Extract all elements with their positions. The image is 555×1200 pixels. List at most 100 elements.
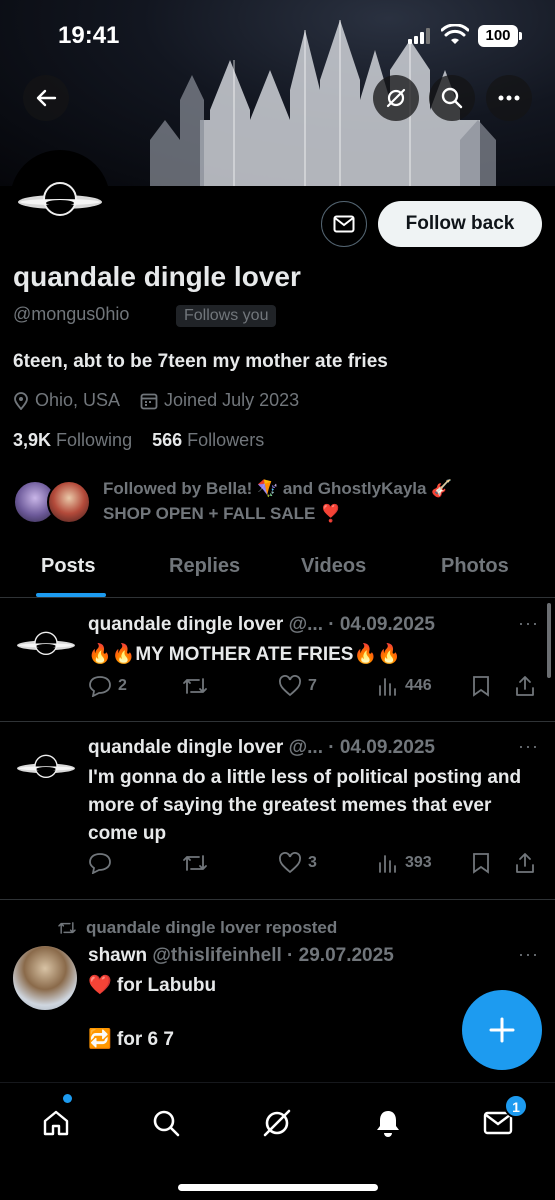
grok-button[interactable] — [373, 75, 419, 121]
reply-icon — [89, 853, 111, 874]
followers-link[interactable]: 566 Followers — [152, 430, 264, 450]
post-more-button[interactable]: ··· — [518, 736, 539, 757]
tab-photos[interactable]: Photos — [441, 555, 509, 578]
profile-location: Ohio, USA — [35, 390, 121, 410]
profile-handle: @mongus0hio — [13, 304, 130, 324]
profile-meta: Ohio, USA Joined July 2023 — [13, 390, 299, 411]
post-text: 🔥🔥MY MOTHER ATE FRIES🔥🔥 — [88, 644, 401, 665]
post-header: quandale dingle lover @... · 04.09.2025 — [88, 614, 435, 636]
tab-videos[interactable]: Videos — [301, 555, 366, 578]
repost-indicator: quandale dingle lover reposted — [56, 918, 337, 938]
following-label: Following — [56, 430, 133, 450]
post-author[interactable]: shawn — [88, 945, 147, 966]
post[interactable]: quandale dingle lover @... · 04.09.2025 … — [0, 722, 555, 900]
post-header: quandale dingle lover @... · 04.09.2025 — [88, 737, 435, 759]
location-icon — [13, 391, 29, 410]
tab-posts[interactable]: Posts — [41, 555, 95, 578]
more-horizontal-icon — [498, 95, 520, 101]
reply-button[interactable] — [88, 852, 118, 874]
back-button[interactable] — [23, 75, 69, 121]
bookmark-button[interactable] — [472, 852, 496, 874]
views-button[interactable]: 393 — [377, 852, 432, 874]
following-link[interactable]: 3,9K Following — [13, 430, 132, 450]
grok-icon — [263, 1109, 291, 1137]
bookmark-button[interactable] — [472, 675, 496, 697]
grok-icon — [386, 88, 406, 108]
black-hole-avatar-image — [17, 631, 75, 656]
message-button[interactable] — [321, 201, 367, 247]
arrow-left-icon — [36, 89, 57, 107]
like-count: 3 — [308, 854, 317, 871]
views-button[interactable]: 446 — [377, 675, 432, 697]
post[interactable]: quandale dingle lover @... · 04.09.2025 … — [0, 599, 555, 722]
post-avatar[interactable] — [13, 946, 77, 1010]
post-more-button[interactable]: ··· — [518, 944, 539, 965]
post-handle-date: @... · 04.09.2025 — [288, 737, 435, 758]
followers-label: Followers — [187, 430, 265, 450]
followed-by[interactable]: Followed by Bella! 🪁 and GhostlyKayla 🎸 … — [13, 474, 543, 530]
followed-by-line: Followed by Bella! 🪁 and GhostlyKayla 🎸 — [103, 479, 453, 498]
repost-label[interactable]: quandale dingle lover reposted — [86, 918, 337, 938]
follow-back-button[interactable]: Follow back — [378, 201, 542, 247]
bookmark-icon — [473, 853, 489, 874]
home-indicator[interactable] — [178, 1184, 378, 1191]
home-unread-dot — [63, 1094, 72, 1103]
like-button[interactable]: 3 — [278, 852, 317, 874]
calendar-icon — [140, 392, 158, 410]
nav-notifications[interactable] — [366, 1101, 410, 1145]
post-text: ❤️ for Labubu — [88, 975, 217, 996]
views-icon — [379, 855, 396, 873]
view-count: 446 — [405, 677, 432, 694]
plus-icon — [489, 1017, 515, 1043]
repost-icon — [183, 855, 207, 871]
followers-count: 566 — [152, 430, 183, 450]
search-button[interactable] — [429, 75, 475, 121]
reply-icon — [89, 676, 111, 697]
nav-grok[interactable] — [255, 1101, 299, 1145]
bookmark-icon — [473, 676, 489, 697]
follows-you-badge: Follows you — [176, 305, 277, 327]
post-handle-date: @... · 04.09.2025 — [288, 614, 435, 635]
post-author[interactable]: quandale dingle lover — [88, 614, 283, 635]
status-time: 19:41 — [58, 22, 120, 49]
black-hole-avatar-image — [17, 754, 75, 779]
post-avatar[interactable] — [13, 611, 79, 677]
profile-name: quandale dingle lover — [13, 261, 301, 292]
nav-search[interactable] — [144, 1101, 188, 1145]
post-avatar[interactable] — [13, 734, 79, 800]
repost-button[interactable] — [182, 852, 214, 874]
more-button[interactable] — [486, 75, 532, 121]
compose-button[interactable] — [462, 990, 542, 1070]
like-count: 7 — [308, 677, 317, 694]
share-icon — [516, 676, 534, 696]
tab-replies[interactable]: Replies — [169, 555, 240, 578]
like-button[interactable]: 7 — [278, 675, 317, 697]
post-actions: 3 393 — [88, 852, 543, 882]
share-icon — [516, 853, 534, 873]
profile-stats: 3,9K Following 566 Followers — [13, 430, 264, 451]
post-text: I'm gonna do a little less of political … — [88, 767, 522, 844]
messages-badge: 1 — [504, 1094, 528, 1118]
post-actions: 2 7 446 — [88, 675, 543, 705]
heart-icon — [279, 675, 301, 697]
views-icon — [379, 678, 396, 696]
share-button[interactable] — [514, 852, 542, 874]
heart-icon — [279, 852, 301, 874]
reply-button[interactable]: 2 — [88, 675, 127, 697]
cellular-signal-icon — [408, 28, 430, 44]
post-more-button[interactable]: ··· — [518, 613, 539, 634]
post-author[interactable]: quandale dingle lover — [88, 737, 283, 758]
black-hole-avatar-image — [18, 182, 102, 216]
profile-avatar[interactable] — [10, 150, 110, 250]
repost-icon — [183, 678, 207, 694]
repost-button[interactable] — [182, 675, 214, 697]
view-count: 393 — [405, 854, 432, 871]
mail-icon — [333, 215, 355, 233]
bottom-navigation — [0, 1082, 555, 1200]
status-bar: 19:41 100 — [0, 0, 555, 70]
search-icon — [153, 1110, 180, 1137]
share-button[interactable] — [514, 675, 542, 697]
reply-count: 2 — [118, 677, 127, 694]
nav-home[interactable] — [34, 1101, 78, 1145]
profile-joined: Joined July 2023 — [164, 390, 300, 410]
